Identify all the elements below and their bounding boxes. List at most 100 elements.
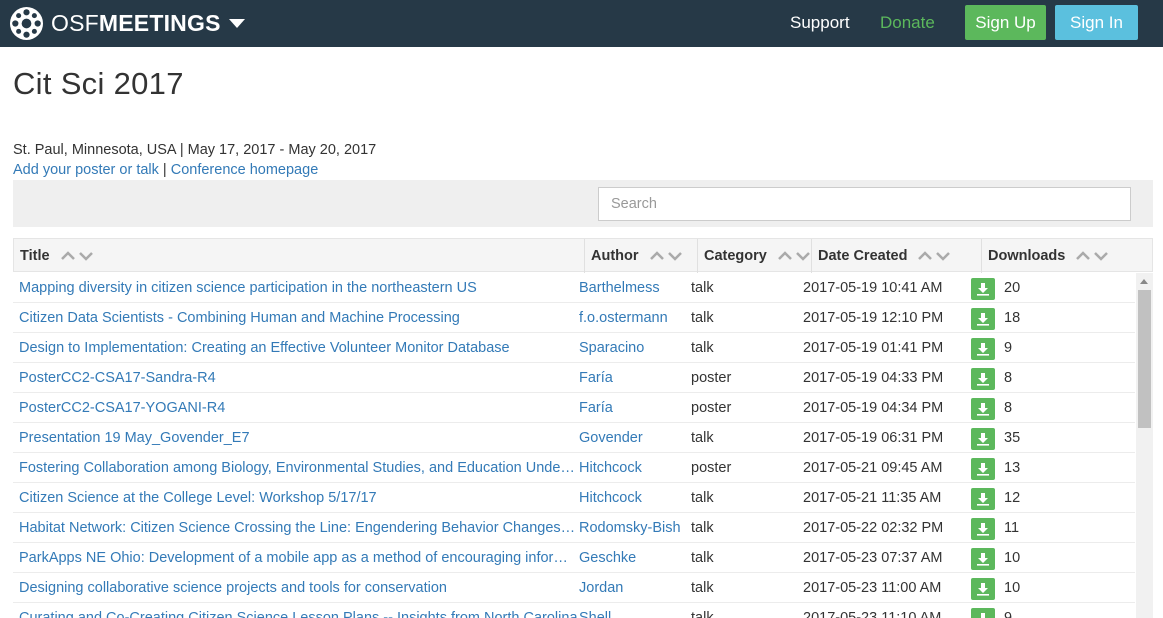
download-button[interactable] xyxy=(971,458,995,480)
row-download-count: 11 xyxy=(1004,520,1020,536)
row-author-link[interactable]: Shell xyxy=(579,603,689,618)
sort-up-icon[interactable] xyxy=(60,250,76,262)
row-title-link[interactable]: Mapping diversity in citizen science par… xyxy=(19,273,579,303)
row-title-link[interactable]: Designing collaborative science projects… xyxy=(19,573,579,603)
row-author-link[interactable]: Faría xyxy=(579,393,689,423)
row-author-link[interactable]: Hitchcock xyxy=(579,483,689,513)
column-downloads-label: Downloads xyxy=(988,248,1066,264)
sort-arrows-icon[interactable] xyxy=(777,250,813,262)
row-date-created: 2017-05-19 12:10 PM xyxy=(803,310,944,326)
column-header-author[interactable]: Author xyxy=(585,239,698,273)
column-header-downloads[interactable]: Downloads xyxy=(982,239,1152,273)
table-header: Title Author Category Date Created Downl… xyxy=(13,238,1153,273)
download-icon xyxy=(977,343,989,356)
table-row: Citizen Data Scientists - Combining Huma… xyxy=(13,303,1135,333)
sort-down-icon[interactable] xyxy=(935,250,951,262)
meeting-links: Add your poster or talk | Conference hom… xyxy=(13,162,318,178)
scrollbar[interactable] xyxy=(1136,273,1153,618)
row-author-link[interactable]: Sparacino xyxy=(579,333,689,363)
sign-in-button[interactable]: Sign In xyxy=(1055,5,1138,40)
sort-arrows-icon[interactable] xyxy=(917,250,953,262)
sort-arrows-icon[interactable] xyxy=(60,250,96,262)
column-title-label: Title xyxy=(20,248,50,264)
sort-arrows-icon[interactable] xyxy=(649,250,685,262)
brand-dropdown[interactable]: OSF MEETINGS xyxy=(9,6,245,41)
row-date-created: 2017-05-23 11:00 AM xyxy=(803,580,942,596)
table-row: Habitat Network: Citizen Science Crossin… xyxy=(13,513,1135,543)
download-button[interactable] xyxy=(971,428,995,450)
search-panel xyxy=(13,180,1153,227)
download-icon xyxy=(977,523,989,536)
row-date-created: 2017-05-21 11:35 AM xyxy=(803,490,942,506)
conference-homepage-link[interactable]: Conference homepage xyxy=(171,162,319,178)
download-button[interactable] xyxy=(971,308,995,330)
download-button[interactable] xyxy=(971,488,995,510)
row-download-count: 10 xyxy=(1004,580,1021,596)
download-icon xyxy=(978,613,988,618)
download-button[interactable] xyxy=(971,368,995,390)
download-icon xyxy=(977,403,989,416)
row-author-link[interactable]: Geschke xyxy=(579,543,689,573)
row-title-link[interactable]: PosterCC2-CSA17-YOGANI-R4 xyxy=(19,393,579,423)
sort-down-icon[interactable] xyxy=(78,250,94,262)
sort-down-icon[interactable] xyxy=(1093,250,1109,262)
table-row: Curating and Co-Creating Citizen Science… xyxy=(13,603,1135,618)
scrollbar-thumb[interactable] xyxy=(1138,290,1151,428)
sign-up-button[interactable]: Sign Up xyxy=(965,5,1046,40)
row-title-link[interactable]: Habitat Network: Citizen Science Crossin… xyxy=(19,513,579,543)
sort-up-icon[interactable] xyxy=(917,250,933,262)
search-input[interactable] xyxy=(598,187,1131,221)
row-author-link[interactable]: Barthelmess xyxy=(579,273,689,303)
row-author-link[interactable]: Govender xyxy=(579,423,689,453)
row-category: poster xyxy=(691,400,732,416)
row-title-link[interactable]: PosterCC2-CSA17-Sandra-R4 xyxy=(19,363,579,393)
sort-down-icon[interactable] xyxy=(795,250,811,262)
download-button[interactable] xyxy=(971,518,995,540)
row-date-created: 2017-05-21 09:45 AM xyxy=(803,460,943,476)
add-poster-link[interactable]: Add your poster or talk xyxy=(13,162,159,178)
download-button[interactable] xyxy=(971,548,995,570)
row-title-link[interactable]: Presentation 19 May_Govender_E7 xyxy=(19,423,579,453)
row-category: talk xyxy=(691,280,714,296)
column-date-label: Date Created xyxy=(818,248,908,264)
row-title-link[interactable]: Design to Implementation: Creating an Ef… xyxy=(19,333,579,363)
row-download-count: 20 xyxy=(1004,280,1021,296)
column-category-label: Category xyxy=(704,248,767,264)
row-title-link[interactable]: Citizen Science at the College Level: Wo… xyxy=(19,483,579,513)
support-link[interactable]: Support xyxy=(790,13,850,33)
sort-up-icon[interactable] xyxy=(777,250,793,262)
row-download-count: 10 xyxy=(1004,550,1021,566)
sort-arrows-icon[interactable] xyxy=(1075,250,1111,262)
download-button[interactable] xyxy=(971,278,995,300)
download-button[interactable] xyxy=(971,608,995,618)
row-author-link[interactable]: Rodomsky-Bish xyxy=(579,513,689,543)
row-download-count: 18 xyxy=(1004,310,1021,326)
column-header-title[interactable]: Title xyxy=(14,239,585,273)
row-author-link[interactable]: f.o.ostermann xyxy=(579,303,689,333)
row-title-link[interactable]: Curating and Co-Creating Citizen Science… xyxy=(19,603,579,618)
download-button[interactable] xyxy=(971,578,995,600)
sort-down-icon[interactable] xyxy=(667,250,683,262)
row-author-link[interactable]: Jordan xyxy=(579,573,689,603)
download-button[interactable] xyxy=(971,398,995,420)
donate-link[interactable]: Donate xyxy=(880,13,935,33)
column-header-category[interactable]: Category xyxy=(698,239,812,273)
row-title-link[interactable]: Fostering Collaboration among Biology, E… xyxy=(19,453,579,483)
download-icon xyxy=(977,463,989,476)
row-title-link[interactable]: ParkApps NE Ohio: Development of a mobil… xyxy=(19,543,579,573)
row-author-link[interactable]: Hitchcock xyxy=(579,453,689,483)
osf-logo-icon xyxy=(9,6,44,41)
table-row: Citizen Science at the College Level: Wo… xyxy=(13,483,1135,513)
download-icon xyxy=(977,283,989,296)
column-header-date-created[interactable]: Date Created xyxy=(812,239,982,273)
row-download-count: 9 xyxy=(1004,610,1013,618)
row-title-link[interactable]: Citizen Data Scientists - Combining Huma… xyxy=(19,303,579,333)
sort-up-icon[interactable] xyxy=(1075,250,1091,262)
sort-up-icon[interactable] xyxy=(649,250,665,262)
row-download-count: 9 xyxy=(1004,340,1013,356)
row-category: talk xyxy=(691,520,714,536)
table-row: Mapping diversity in citizen science par… xyxy=(13,273,1135,303)
scroll-up-arrow-icon[interactable] xyxy=(1140,279,1148,284)
download-button[interactable] xyxy=(971,338,995,360)
row-author-link[interactable]: Faría xyxy=(579,363,689,393)
